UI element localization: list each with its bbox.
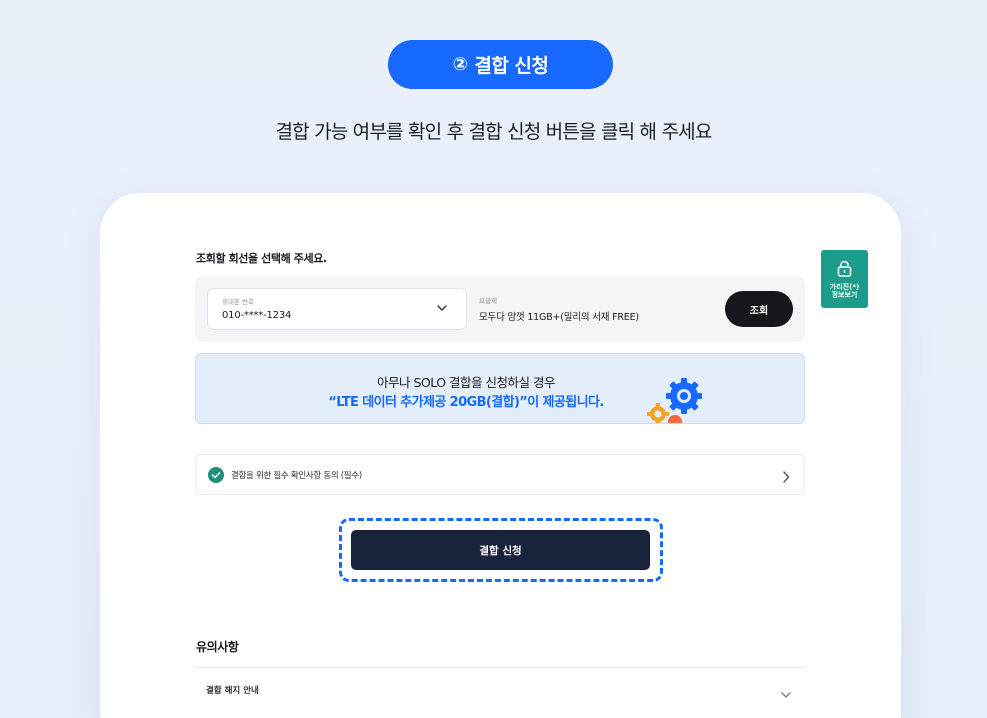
chevron-right-icon[interactable]	[782, 468, 790, 487]
promo-banner: 아무나 SOLO 결합을 신청하실 경우 “LTE 데이터 추가제공 20GB(…	[195, 353, 805, 424]
main-card: 조회할 회선을 선택해 주세요. 휴대폰 번호 010-****-1234 요금…	[100, 193, 901, 718]
agreement-label: 결합을 위한 필수 확인사항 동의 (필수)	[231, 471, 362, 481]
plan-field: 요금제 모두다 맘껏 11GB+(밀리의 서재 FREE)	[467, 288, 714, 330]
gears-icon	[647, 378, 702, 423]
step-badge: ② 결합 신청	[388, 40, 613, 89]
plan-label: 요금제	[479, 297, 497, 305]
notice-title: 유의사항	[196, 640, 239, 654]
privacy-info-button[interactable]: 가리진(*) 정보보기	[821, 250, 868, 308]
lookup-button[interactable]: 조회	[725, 291, 793, 327]
step-title: 결합 신청	[474, 55, 549, 77]
apply-button-highlight: 결합 신청	[339, 518, 663, 582]
chevron-down-icon[interactable]	[781, 683, 791, 702]
lookup-section-title: 조회할 회선을 선택해 주세요.	[196, 252, 327, 265]
apply-button[interactable]: 결합 신청	[351, 530, 650, 570]
privacy-info-label: 가리진(*) 정보보기	[829, 283, 860, 299]
step-number: ②	[452, 54, 468, 75]
notice-item-label: 결합 해지 안내	[206, 686, 259, 696]
agreement-row[interactable]: 결합을 위한 필수 확인사항 동의 (필수)	[195, 454, 805, 495]
page-subtitle: 결합 가능 여부를 확인 후 결합 신청 버튼을 클릭 해 주세요	[275, 121, 712, 143]
lookup-panel: 휴대폰 번호 010-****-1234 요금제 모두다 맘껏 11GB+(밀리…	[195, 276, 805, 342]
phone-number-value: 010-****-1234	[222, 310, 292, 321]
plan-value: 모두다 맘껏 11GB+(밀리의 서재 FREE)	[479, 312, 639, 323]
unlock-icon	[836, 260, 853, 281]
phone-number-select[interactable]: 휴대폰 번호 010-****-1234	[207, 288, 467, 330]
notice-item-termination[interactable]: 결합 해지 안내	[195, 668, 805, 710]
chevron-down-icon[interactable]	[436, 302, 448, 314]
check-circle-icon[interactable]	[208, 467, 224, 487]
phone-number-label: 휴대폰 번호	[222, 298, 254, 306]
